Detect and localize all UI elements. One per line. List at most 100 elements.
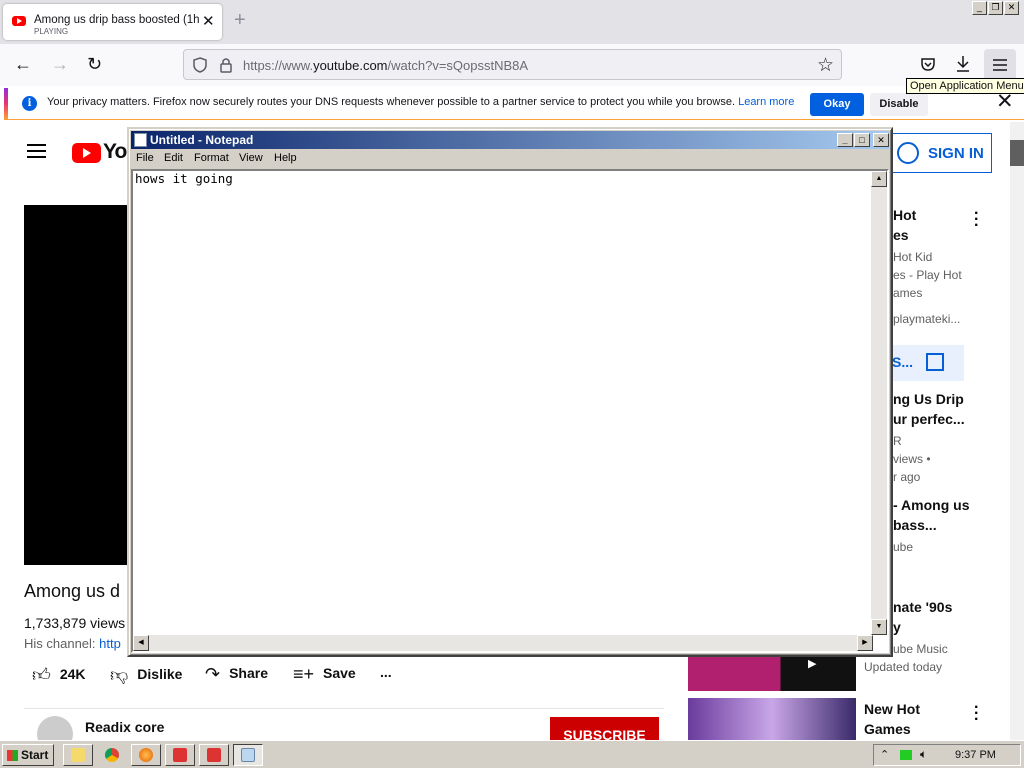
scroll-left-icon[interactable]: ◀ [133, 635, 149, 651]
close-window-button[interactable]: ✕ [1004, 1, 1019, 15]
more-actions-button[interactable]: ... [380, 664, 392, 680]
disable-button[interactable]: Disable [870, 93, 928, 116]
scroll-down-icon[interactable]: ▼ [871, 619, 887, 635]
clock[interactable]: 9:37 PM [955, 749, 996, 761]
bookmark-star-icon[interactable]: ☆ [817, 54, 834, 77]
media-taskbar-button[interactable] [165, 744, 195, 766]
related-title[interactable]: ur perfec... [893, 409, 965, 429]
thumbs-down-icon: 👎︎ [110, 665, 129, 685]
channel-name[interactable]: Readix core [85, 719, 164, 735]
share-button[interactable]: ↷ Share [205, 664, 268, 685]
chrome-icon [105, 748, 119, 762]
sign-in-button[interactable]: SIGN IN [887, 133, 992, 173]
like-button[interactable]: 👍︎ 24K [32, 664, 86, 686]
browser-tab[interactable]: Among us drip bass boosted (1h version) … [3, 4, 222, 40]
menu-help[interactable]: Help [274, 152, 297, 164]
new-tab-button[interactable]: + [234, 10, 246, 30]
save-button[interactable]: ≡+ Save [293, 664, 356, 685]
video-player[interactable] [24, 205, 128, 565]
start-button[interactable]: Start [2, 744, 54, 766]
related-title[interactable]: bass... [893, 515, 937, 535]
youtube-logo-icon[interactable] [72, 143, 101, 163]
youtube-favicon-icon [12, 16, 26, 26]
taskbar: Start ⌃ 🔈︎ 9:37 PM [0, 740, 1024, 768]
horizontal-scrollbar[interactable]: ◀ ▶ [133, 635, 873, 651]
related-title[interactable]: - Among us [893, 495, 969, 515]
folder-icon [71, 748, 85, 762]
scroll-right-icon[interactable]: ▶ [857, 635, 873, 651]
media-taskbar-button-2[interactable] [199, 744, 229, 766]
notepad-minimize-button[interactable]: _ [837, 133, 853, 147]
menu-view[interactable]: View [239, 152, 263, 164]
related-title[interactable]: New Hot [864, 699, 920, 719]
video-title: Among us d [24, 581, 121, 601]
related-meta: views • [893, 452, 931, 466]
related-meta: es - Play Hot [893, 268, 962, 282]
chrome-taskbar-button[interactable] [97, 744, 127, 766]
notepad-text-area[interactable]: hows it going ▲ ▼ ◀ ▶ [131, 169, 889, 653]
menu-icon [993, 59, 1007, 71]
url-bar[interactable]: https://www.youtube.com/watch?v=sQopsstN… [183, 49, 842, 80]
notification-message: Your privacy matters. Firefox now secure… [47, 96, 795, 108]
tab-close-icon[interactable]: ✕ [202, 14, 215, 29]
related-title[interactable]: Games [864, 719, 911, 739]
related-title[interactable]: Hot [893, 205, 916, 225]
lock-icon[interactable] [219, 57, 233, 73]
shield-icon[interactable] [192, 57, 208, 73]
more-options-icon[interactable]: · · · [974, 700, 979, 728]
notepad-window[interactable]: Untitled - Notepad _ □ ✕ File Edit Forma… [127, 127, 893, 657]
application-menu-tooltip: Open Application Menu [906, 78, 1024, 94]
notepad-taskbar-icon [241, 748, 255, 762]
page-scrollbar[interactable] [1010, 122, 1024, 740]
menu-edit[interactable]: Edit [164, 152, 183, 164]
back-button[interactable]: ← [14, 54, 32, 74]
more-options-icon[interactable]: · · · [974, 206, 979, 234]
notepad-title-bar[interactable]: Untitled - Notepad _ □ ✕ [131, 131, 889, 149]
ad-link-box[interactable]: S... [884, 345, 964, 381]
ad-label: S... [892, 354, 914, 370]
guide-menu-icon[interactable] [27, 144, 46, 158]
file-explorer-taskbar-button[interactable] [63, 744, 93, 766]
scrollbar-thumb[interactable] [1010, 140, 1024, 166]
video-thumbnail[interactable] [688, 698, 856, 740]
menu-file[interactable]: File [136, 152, 154, 164]
volume-icon[interactable]: 🔈︎ [920, 747, 927, 762]
learn-more-link[interactable]: Learn more [738, 96, 794, 108]
thumbs-up-icon: 👍︎ [32, 665, 51, 685]
minimize-window-button[interactable]: _ [972, 1, 987, 15]
system-tray: ⌃ 🔈︎ 9:37 PM [873, 744, 1021, 766]
notepad-content[interactable]: hows it going [135, 171, 233, 186]
related-meta: ube Music [893, 642, 948, 656]
related-title[interactable]: es [893, 225, 909, 245]
notepad-maximize-button[interactable]: □ [854, 133, 870, 147]
open-application-menu-button[interactable] [984, 49, 1016, 81]
description-link[interactable]: http [99, 636, 121, 651]
related-title[interactable]: y [893, 617, 901, 637]
forward-button[interactable]: → [51, 54, 69, 74]
channel-row: Readix core SUBSCRIBE [24, 708, 664, 753]
reload-button[interactable]: ↻ [87, 54, 102, 74]
related-meta: ube [893, 540, 914, 554]
add-to-playlist-icon: ≡+ [293, 664, 315, 684]
notepad-close-button[interactable]: ✕ [873, 133, 889, 147]
dislike-button[interactable]: 👎︎ Dislike [110, 664, 182, 686]
related-meta: r ago [893, 470, 921, 484]
network-icon[interactable] [900, 750, 912, 760]
menu-format[interactable]: Format [194, 152, 229, 164]
vertical-scrollbar[interactable]: ▲ ▼ [871, 171, 887, 635]
video-description: His channel: http [24, 636, 121, 651]
video-thumbnail[interactable]: ▶ [688, 655, 856, 691]
related-title[interactable]: ng Us Drip [893, 389, 964, 409]
download-icon[interactable] [955, 55, 971, 73]
scroll-up-icon[interactable]: ▲ [871, 171, 887, 187]
pocket-icon[interactable] [920, 56, 936, 72]
related-title[interactable]: nate '90s [893, 597, 952, 617]
tray-expand-icon[interactable]: ⌃ [880, 748, 889, 761]
restore-window-button[interactable]: ❐ [988, 1, 1003, 15]
okay-button[interactable]: Okay [810, 93, 864, 116]
notepad-taskbar-button[interactable] [233, 744, 263, 766]
firefox-taskbar-button[interactable] [131, 744, 161, 766]
related-meta: Hot Kid [893, 250, 933, 264]
tab-strip: Among us drip bass boosted (1h version) … [0, 0, 1024, 44]
related-meta: ames [893, 286, 923, 300]
